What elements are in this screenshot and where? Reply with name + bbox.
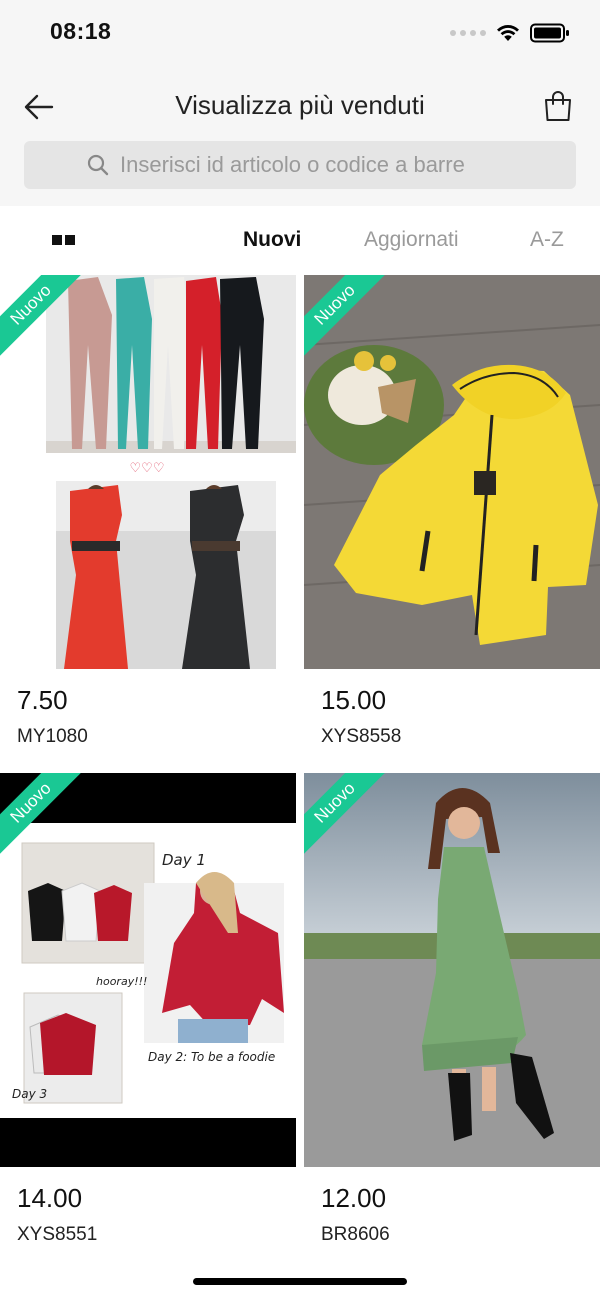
jacket-photo [304,275,600,669]
product-price: 15.00 [321,685,387,715]
search-box[interactable] [24,141,576,189]
day3-text: Day 3 [12,1087,47,1101]
sort-bar: Nuovi Aggiornati A-Z [0,206,600,274]
product-price: 12.00 [321,1183,387,1213]
product-code: BR8606 [321,1224,390,1245]
shopping-bag-icon [545,91,571,121]
tab-updated[interactable]: Aggiornati [364,228,459,252]
status-bar: 08:18 [0,0,600,64]
product-card[interactable]: ♡♡♡ Nuovo 7.50 MY1080 [0,275,296,747]
tab-a-z[interactable]: A-Z [530,228,564,252]
nav-bar: Visualizza più venduti [0,80,600,134]
status-icons [450,22,570,44]
product-card[interactable]: Day 1 hooray!!! Day 2: To be a foodie Da… [0,773,296,1245]
product-code: MY1080 [17,726,88,747]
product-code: XYS8558 [321,726,402,747]
product-image[interactable]: Nuovo [304,773,600,1167]
grid-view-icon[interactable] [52,228,78,252]
search-icon [87,154,109,176]
cellular-signal-icon [450,30,486,36]
product-image[interactable]: Nuovo [304,275,600,669]
dress-photo: ♡♡♡ [0,275,296,669]
product-card[interactable]: Nuovo 12.00 BR8606 [304,773,600,1245]
product-card[interactable]: Nuovo 15.00 XYS8558 [304,275,600,747]
hooray-text: hooray!!! [96,975,147,988]
search-input[interactable] [120,141,560,189]
cart-button[interactable] [538,86,578,126]
wifi-icon [497,25,519,41]
green-dress-photo [304,773,600,1167]
day1-text: Day 1 [162,851,206,869]
home-indicator[interactable] [193,1278,407,1285]
product-image[interactable]: Day 1 hooray!!! Day 2: To be a foodie Da… [0,773,296,1167]
hearts-text: ♡♡♡ [130,461,165,476]
product-code: XYS8551 [17,1224,98,1245]
product-price: 14.00 [17,1183,83,1213]
tab-new[interactable]: Nuovi [243,228,301,252]
product-image[interactable]: ♡♡♡ Nuovo [0,275,296,669]
status-time: 08:18 [50,18,112,44]
product-price: 7.50 [17,685,68,715]
battery-icon [530,23,569,43]
day2-text: Day 2: To be a foodie [148,1050,275,1064]
collage-photo: Day 1 hooray!!! Day 2: To be a foodie Da… [0,773,296,1167]
page-title: Visualizza più venduti [175,90,425,120]
